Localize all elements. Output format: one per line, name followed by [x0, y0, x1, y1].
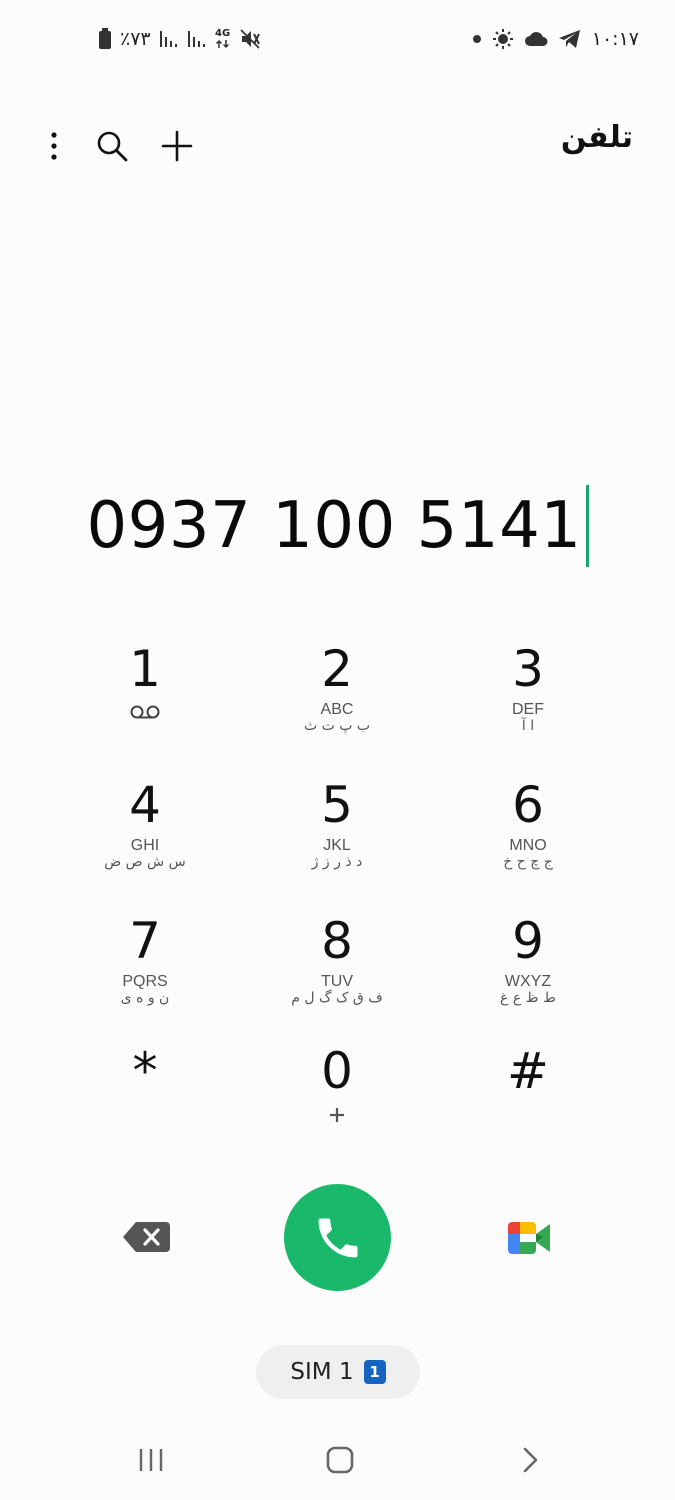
brightness-icon [492, 28, 514, 50]
plus-small-icon [328, 1106, 346, 1128]
voicemail-icon [129, 704, 161, 724]
key-letters: JKL [323, 837, 351, 854]
battery-percent: ٪۷۳ [120, 28, 151, 50]
video-call-button[interactable] [504, 1216, 554, 1260]
status-bar-right: ۱۰:۱۷ [472, 28, 639, 50]
key-digit: 6 [512, 776, 544, 834]
key-digit: 2 [321, 640, 353, 698]
sim-selector-button[interactable]: SIM 1 1 [256, 1345, 420, 1399]
network-4g-icon: 4G [215, 29, 231, 49]
home-button[interactable] [315, 1438, 365, 1482]
back-icon [523, 1447, 538, 1473]
key-digit: 1 [129, 640, 161, 698]
dialed-number-field[interactable]: 0937 100 5141 [0, 478, 675, 574]
recent-apps-button[interactable] [126, 1438, 176, 1482]
add-contact-button[interactable] [155, 124, 199, 168]
clock: ۱۰:۱۷ [591, 28, 639, 50]
backspace-button[interactable] [118, 1215, 176, 1259]
network-label: 4G [215, 28, 231, 39]
phone-icon [318, 1218, 357, 1257]
key-letters: GHI [130, 837, 160, 854]
key-hash[interactable]: # [453, 1042, 603, 1162]
more-options-button[interactable] [32, 124, 76, 168]
key-digit: * [132, 1042, 158, 1100]
key-letters: WXYZ [504, 973, 552, 990]
key-9[interactable]: 9 WXYZ ط ظ ع غ [453, 912, 603, 1032]
key-4[interactable]: 4 GHI س ش ص ض [70, 776, 220, 896]
text-cursor [585, 485, 589, 567]
key-persian-letters: س ش ص ض [104, 854, 186, 870]
key-persian-letters: ب پ ت ث [303, 718, 371, 734]
key-5[interactable]: 5 JKL د ذ ر ز ژ [262, 776, 412, 896]
key-persian-letters: د ذ ر ز ژ [311, 854, 363, 870]
system-navigation-bar [0, 1420, 675, 1500]
key-3[interactable]: 3 DEF ا آ [453, 640, 603, 760]
key-8[interactable]: 8 TUV ف ق ک گ ل م [262, 912, 412, 1032]
key-1[interactable]: 1 [70, 640, 220, 760]
key-letters: TUV [321, 973, 353, 990]
key-6[interactable]: 6 MNO ج چ ح خ [453, 776, 603, 896]
search-icon [97, 131, 128, 162]
key-letters: ABC [320, 701, 354, 718]
recent-apps-icon [139, 1449, 163, 1471]
signal-icon-sim2 [187, 29, 207, 49]
page-title: تلفن [560, 120, 633, 155]
signal-icon-sim1 [159, 29, 179, 49]
key-digit: 7 [129, 912, 161, 970]
key-persian-letters: ف ق ک گ ل م [291, 990, 383, 1006]
key-star[interactable]: * [70, 1042, 220, 1162]
mute-icon [239, 28, 261, 50]
telegram-icon [558, 28, 582, 50]
key-letters: PQRS [122, 973, 168, 990]
video-call-icon [508, 1222, 550, 1254]
search-button[interactable] [90, 124, 134, 168]
sim-badge-icon: 1 [363, 1360, 386, 1384]
back-button[interactable] [505, 1438, 555, 1482]
key-persian-letters: ط ظ ع غ [500, 990, 556, 1006]
key-persian-letters: ج چ ح خ [503, 854, 553, 870]
key-persian-letters: ن و ه ی [120, 990, 170, 1006]
app-header: تلفن [0, 110, 675, 180]
key-digit: 0 [321, 1042, 353, 1100]
sim-label: SIM 1 [290, 1359, 354, 1385]
key-digit: 3 [512, 640, 544, 698]
key-0[interactable]: 0 [262, 1042, 412, 1162]
key-persian-letters: ا آ [521, 718, 535, 734]
dialed-number: 0937 100 5141 [86, 489, 582, 563]
notification-dot-icon [472, 34, 482, 44]
key-digit: 5 [321, 776, 353, 834]
status-bar-left: ٪۷۳ 4G [98, 28, 261, 50]
key-digit: # [507, 1042, 549, 1100]
home-icon [326, 1446, 354, 1474]
backspace-icon [123, 1222, 170, 1252]
call-button[interactable] [284, 1184, 391, 1291]
more-vertical-icon [51, 132, 57, 160]
key-2[interactable]: 2 ABC ب پ ت ث [262, 640, 412, 760]
key-7[interactable]: 7 PQRS ن و ه ی [70, 912, 220, 1032]
plus-icon [161, 130, 193, 162]
status-bar: ٪۷۳ 4G ۱۰:۱۷ [0, 0, 675, 84]
cloud-icon [524, 30, 548, 48]
key-digit: 4 [129, 776, 161, 834]
battery-icon [98, 28, 112, 50]
key-letters: MNO [509, 837, 547, 854]
key-letters: DEF [512, 701, 544, 718]
key-digit: 9 [512, 912, 544, 970]
key-digit: 8 [321, 912, 353, 970]
